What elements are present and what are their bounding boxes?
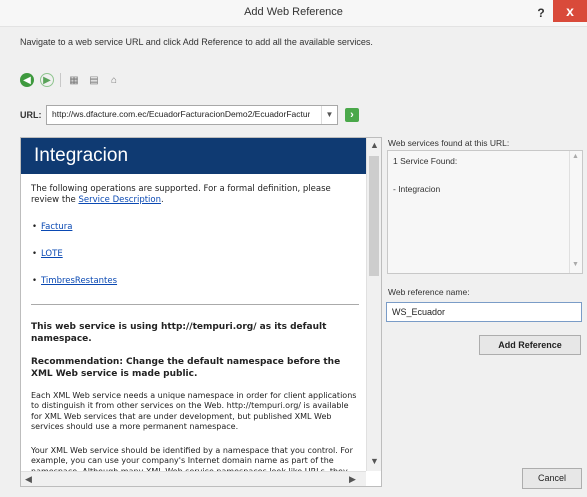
vertical-scrollbar[interactable]: ▲ ▼ [366,138,381,471]
url-input[interactable]: http://ws.dfacture.com.ec/EcuadorFactura… [46,105,338,125]
service-name: Integracion [34,145,129,166]
reference-name-input[interactable]: WS_Ecuador [386,302,582,322]
instructions-text: Navigate to a web service URL and click … [20,37,373,47]
reference-name-label: Web reference name: [388,287,470,297]
service-browser-pane: Integracion The following operations are… [20,137,382,487]
divider [31,304,359,305]
namespace-paragraph: Each XML Web service needs a unique name… [31,391,357,432]
operation-link[interactable]: Factura [32,222,73,233]
recommendation-heading: Recommendation: Change the default names… [31,357,341,379]
forward-icon[interactable]: ▶ [40,73,54,87]
scroll-down-icon[interactable]: ▼ [367,456,381,466]
navigation-toolbar: ◀ ▶ ▦ ▤ ⌂ [20,72,121,88]
operation-link[interactable]: TimbresRestantes [32,276,117,287]
scroll-left-icon[interactable]: ◀ [25,474,32,485]
toolbar-separator [60,73,61,87]
back-icon[interactable]: ◀ [20,73,34,87]
scroll-up-icon[interactable]: ▲ [572,153,579,160]
help-button[interactable]: ? [532,4,550,22]
reference-name-value: WS_Ecuador [392,307,446,317]
add-reference-button[interactable]: Add Reference [479,335,581,355]
cancel-button[interactable]: Cancel [522,468,582,489]
services-count: 1 Service Found: [393,156,458,166]
title-bar: Add Web Reference ? x [0,0,587,27]
url-label: URL: [20,110,42,120]
stop-icon[interactable]: ▦ [67,73,81,87]
scroll-thumb[interactable] [369,156,379,276]
namespace-heading: This web service is using http://tempuri… [31,322,327,344]
go-icon[interactable]: › [345,108,359,122]
scroll-down-icon[interactable]: ▼ [572,261,579,268]
services-found-list[interactable]: 1 Service Found: - Integracion ▲ ▼ [387,150,583,274]
home-icon[interactable]: ⌂ [107,73,121,87]
operation-link[interactable]: LOTE [32,249,63,260]
scroll-right-icon[interactable]: ▶ [349,474,356,485]
list-scrollbar[interactable]: ▲ ▼ [569,151,582,273]
intro-text: The following operations are supported. … [31,184,331,206]
window-title: Add Web Reference [244,6,343,18]
close-button[interactable]: x [553,0,587,22]
horizontal-scrollbar[interactable]: ◀ ▶ [21,471,366,486]
intro-sentence: The following operations are supported. … [31,184,331,206]
url-value: http://ws.dfacture.com.ec/EcuadorFactura… [52,109,310,119]
services-found-label: Web services found at this URL: [388,138,510,148]
chevron-down-icon[interactable]: ▼ [321,106,337,124]
scroll-up-icon[interactable]: ▲ [367,140,381,150]
list-item: - Integracion [393,184,441,194]
service-banner: Integracion [21,138,366,174]
service-description-link[interactable]: Service Description [78,195,161,205]
refresh-icon[interactable]: ▤ [87,73,101,87]
